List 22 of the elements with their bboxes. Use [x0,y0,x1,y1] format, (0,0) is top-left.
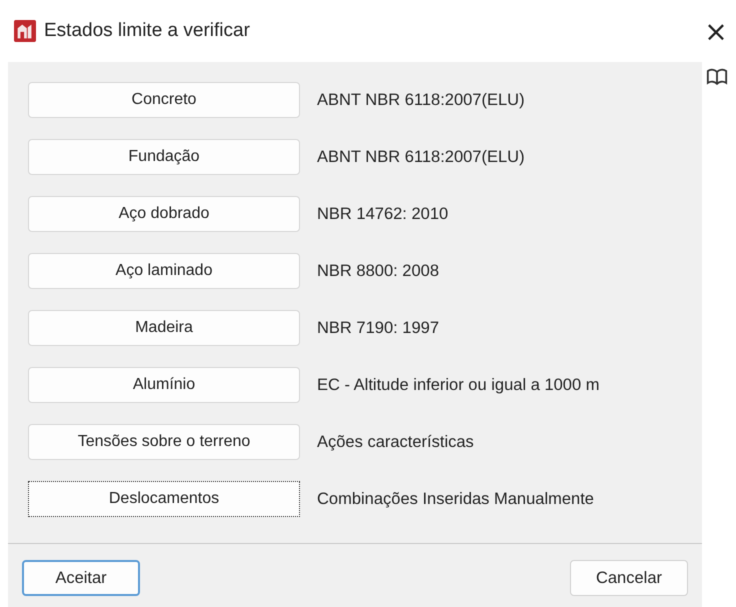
limit-state-button[interactable]: Aço dobrado [28,196,300,232]
app-icon [14,20,36,42]
limit-state-button[interactable]: Tensões sobre o terreno [28,424,300,460]
limit-state-button[interactable]: Concreto [28,82,300,118]
dialog-button[interactable]: Aceitar [22,560,140,596]
window-title: Estados limite a verificar [44,20,250,42]
dialog-button[interactable]: Cancelar [570,560,688,596]
limit-state-button[interactable]: Fundação [28,139,300,175]
standard-label: ABNT NBR 6118:2007(ELU) [317,90,525,110]
limit-state-button[interactable]: Deslocamentos [28,481,300,517]
limit-state-button[interactable]: Madeira [28,310,300,346]
standard-label: Combinações Inseridas Manualmente [317,490,594,508]
standard-label: NBR 7190: 1997 [317,318,440,338]
standard-label: NBR 14762: 2010 [317,204,448,224]
book-icon [706,68,728,85]
limit-state-button[interactable]: Aço laminado [28,253,300,289]
close-button[interactable]: × [696,14,736,48]
standard-label: EC - Altitude inferior ou igual a 1000 m [317,376,600,394]
standard-label: ABNT NBR 6118:2007(ELU) [317,148,525,166]
standard-label: Ações características [317,432,474,452]
standard-label: NBR 8800: 2008 [317,262,440,280]
limit-state-button[interactable]: Alumínio [28,367,300,403]
